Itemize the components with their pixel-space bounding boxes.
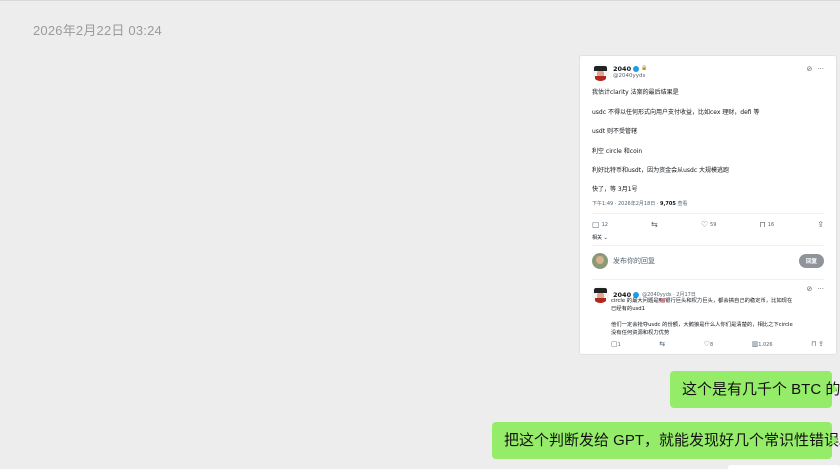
like-count: 59 [710, 221, 717, 228]
chat-timestamp: 2026年2月22日 03:24 [33, 23, 162, 38]
post-text-line: 利好比特币和usdt，因为资金会从usdc 大规模逃跑 [592, 167, 730, 174]
comment-icon: ▢ [592, 220, 600, 229]
verified-icon [633, 65, 640, 72]
share-icon: ⇪ [818, 340, 824, 348]
grok-icon: ⊘ [806, 285, 813, 293]
shared-screenshot-image[interactable]: 2040 🔒 @2040yyds ⊘ ··· 我估计clarity 法案的最后结… [579, 55, 837, 355]
lock-icon: 🔒 [641, 65, 648, 72]
user-avatar [592, 253, 608, 269]
share-icon: ⇪ [817, 220, 824, 229]
bookmark-count: 16 [767, 221, 775, 228]
reply-placeholder: 发布你的回复 [613, 257, 655, 265]
grok-icon: ⊘ [806, 65, 813, 73]
author-avatar [592, 64, 609, 81]
divider [592, 279, 824, 280]
post-meta: 下午1:49 · 2026年2月18日 · 9,705 查看 [592, 200, 687, 207]
heart-icon: ♡ [700, 220, 709, 229]
top-divider [0, 0, 840, 1]
reply-count: 12 [601, 221, 608, 228]
reply-view-count: 1,026 [758, 342, 773, 348]
reply-like-count: 8 [709, 342, 714, 348]
post-text-line: usdt 则不受管辖 [592, 128, 637, 135]
reply-text-line: circle 的最大问题是🇺🇸银行巨头和权力巨头，都会搞自己的稳定币，比如现在 [611, 298, 793, 304]
post-views-label: 查看 [675, 201, 688, 207]
post-text-line: 快了，等 3月1号 [592, 186, 638, 193]
reply-text-line: 已经有的usd1 [611, 306, 646, 312]
repost-icon: ⇆ [659, 340, 666, 348]
post-views: 9,705 [660, 201, 676, 207]
bookmark-icon: ⊓ [759, 220, 766, 229]
more-icon: ··· [817, 65, 824, 73]
author-handle: @2040yyds [613, 73, 646, 79]
comment-icon: ▢ [611, 340, 618, 348]
post-actions: ▢ 12 ⇆ ♡ 59 ⊓ 16 ⇪ [592, 220, 824, 229]
divider [592, 213, 824, 214]
post-text-line: usdc 不得以任何形式向用户支付收益，比如cex 理财，defi 等 [592, 109, 760, 116]
post-time: 下午1:49 · 2026年2月18日 · [592, 201, 661, 207]
related-toggle: 相关 ⌄ [592, 235, 608, 241]
reply-button: 回复 [798, 254, 824, 268]
reply-text-line: 他们一定会抢夺usdc 的份额，大鹅狼是什么人你们是清楚的，相比之下circle [611, 322, 793, 328]
reply-author-avatar [592, 286, 609, 303]
chat-bubble-outgoing[interactable]: 把这个判断发给 GPT，就能发现好几个常识性错误。 [492, 422, 840, 459]
post-header: 2040 🔒 @2040yyds [592, 64, 647, 81]
post-text-line: 我估计clarity 法案的最后结果是 [592, 89, 679, 96]
repost-icon: ⇆ [651, 220, 658, 229]
more-icon: ··· [817, 285, 824, 293]
post-text-line: 利空 circle 和coin [592, 148, 643, 155]
reply-actions: ▢1 ⇆ ♡8 ▥1,026 ⊓ ⇪ [611, 340, 824, 348]
reply-text-line: 没有任何资源和权力优势 [611, 330, 670, 336]
divider [592, 245, 824, 246]
author-name: 2040 [613, 64, 632, 73]
chat-bubble-outgoing[interactable]: 这个是有几千个 BTC 的 [670, 371, 840, 408]
bookmark-icon: ⊓ [811, 340, 817, 348]
reply-composer: 发布你的回复 回复 [592, 253, 824, 269]
reply-reply-count: 1 [617, 342, 621, 348]
next-message-edge [728, 465, 840, 469]
